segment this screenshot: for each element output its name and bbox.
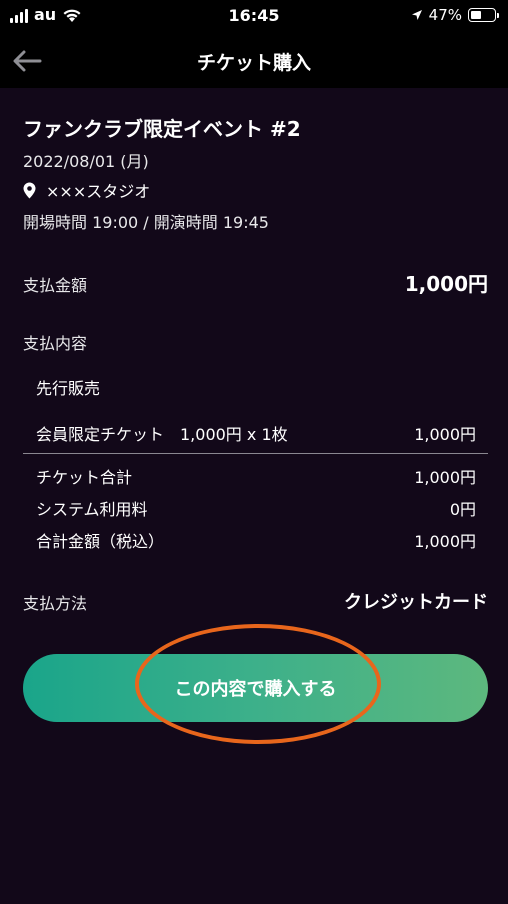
map-pin-icon [23, 182, 36, 198]
payment-amount-label: 支払金額 [23, 276, 88, 295]
event-title: ファンクラブ限定イベント #2 [23, 117, 301, 141]
event-date: 2022/08/01 (月) [23, 152, 149, 171]
ticket-item-price: 1,000円 [414, 425, 476, 444]
summary-value-grand-total: 1,000円 [414, 532, 476, 551]
battery-icon [468, 8, 499, 22]
purchase-details: ファンクラブ限定イベント #2 2022/08/01 (月) ×××スタジオ 開… [0, 88, 508, 904]
purchase-button[interactable]: この内容で購入する [23, 654, 488, 722]
summary-label-grand-total: 合計金額（税込） [36, 532, 165, 551]
summary-value-ticket-total: 1,000円 [414, 468, 476, 487]
event-time: 開場時間 19:00 / 開演時間 19:45 [23, 213, 269, 232]
ticket-item-name: 会員限定チケット 1,000円 x 1枚 [36, 425, 288, 444]
payment-amount-value: 1,000円 [404, 272, 488, 296]
location-arrow-icon [411, 10, 422, 20]
payment-method-label: 支払方法 [23, 594, 88, 613]
payment-method-value: クレジットカード [344, 592, 488, 613]
summary-label-system-fee: システム利用料 [36, 500, 148, 519]
nav-bar: チケット購入 [0, 34, 508, 88]
summary-label-ticket-total: チケット合計 [36, 468, 133, 487]
summary-value-system-fee: 0円 [449, 500, 476, 519]
page-title: チケット購入 [196, 52, 311, 74]
battery-percent: 47% [428, 6, 462, 24]
status-right: 47% [411, 6, 499, 24]
venue-name: ×××スタジオ [46, 182, 151, 201]
event-venue: ×××スタジオ [23, 178, 150, 202]
status-bar: au 16:45 47% [0, 0, 508, 34]
ticket-purchase-screen: au 16:45 47% チケット購入 ファンクラブ限定イベント #2 2022… [0, 0, 508, 904]
divider [23, 453, 488, 454]
presale-label: 先行販売 [36, 379, 101, 398]
payment-detail-label: 支払内容 [23, 334, 88, 353]
